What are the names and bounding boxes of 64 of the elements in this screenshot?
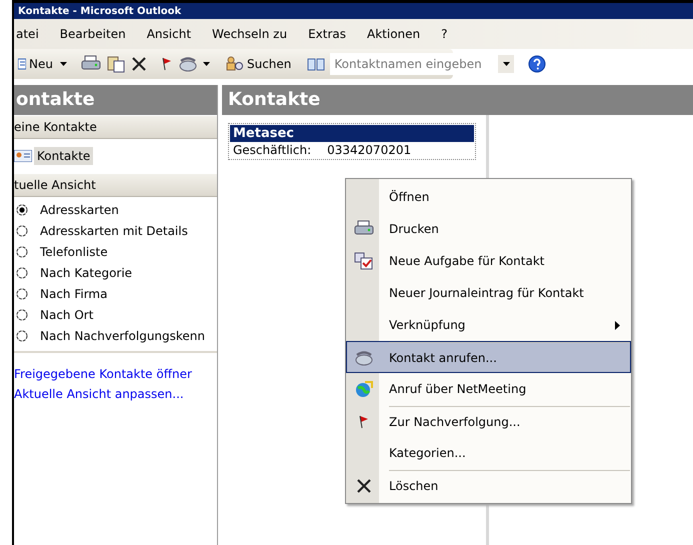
pane-title: ontakte: [14, 85, 217, 115]
dropdown-arrow-icon[interactable]: [202, 62, 210, 66]
contact-name-field[interactable]: Kontaktnamen eingeben: [330, 53, 514, 75]
search-icon: [226, 56, 244, 72]
contact-name: Metasec: [230, 125, 474, 142]
radio-button[interactable]: [16, 267, 28, 279]
flag-icon[interactable]: [160, 57, 173, 71]
dropdown-arrow-icon[interactable]: [60, 62, 67, 66]
radio-button[interactable]: [16, 288, 28, 300]
delete-icon[interactable]: [130, 56, 147, 72]
view-option[interactable]: Adresskarten mit Details: [40, 224, 188, 238]
address-card[interactable]: Metasec Geschäftlich: 03342070201: [228, 123, 476, 160]
menu-item[interactable]: Kontakt anrufen...: [346, 341, 631, 373]
field-value: 03342070201: [327, 143, 412, 157]
search-button[interactable]: Suchen: [224, 56, 294, 72]
menu-item[interactable]: Aktionen: [367, 27, 430, 41]
link[interactable]: Freigegebene Kontakte öffner: [14, 367, 217, 381]
flag-icon: [358, 415, 370, 429]
clipboard-icon[interactable]: [106, 55, 126, 73]
link[interactable]: Aktuelle Ansicht anpassen...: [14, 387, 217, 401]
menu-item[interactable]: Kategorien...: [346, 437, 631, 469]
menu-item[interactable]: Wechseln zu: [212, 27, 296, 41]
contact-card-icon: [14, 150, 32, 162]
view-option[interactable]: Nach Ort: [40, 308, 94, 322]
radio-button[interactable]: [16, 225, 28, 237]
address-book-icon[interactable]: [307, 56, 326, 72]
help-icon[interactable]: [528, 55, 546, 73]
view-option[interactable]: Nach Kategorie: [40, 266, 132, 280]
menu-item[interactable]: Löschen: [346, 469, 631, 501]
menu-item[interactable]: Verknüpfung: [346, 309, 631, 341]
card-icon: [18, 58, 26, 70]
phone-icon: [354, 350, 374, 366]
menu-item[interactable]: Drucken: [346, 213, 631, 245]
radio-button[interactable]: [16, 309, 28, 321]
menu-item[interactable]: Extras: [308, 27, 356, 41]
radio-button[interactable]: [16, 204, 28, 216]
delete-icon: [356, 478, 372, 494]
view-option[interactable]: Adresskarten: [40, 203, 119, 217]
globe-icon: [354, 380, 374, 398]
menu-item[interactable]: Zur Nachverfolgung...: [346, 405, 631, 437]
folder-item[interactable]: Kontakte: [34, 147, 94, 165]
menu-item[interactable]: Anruf über NetMeeting: [346, 373, 631, 405]
menu-item[interactable]: atei: [16, 27, 48, 41]
menu-item[interactable]: Öffnen: [346, 181, 631, 213]
section-header[interactable]: tuelle Ansicht: [14, 173, 217, 197]
menu-item[interactable]: ?: [441, 27, 457, 41]
new-button[interactable]: Neu: [16, 57, 55, 71]
pane-title: Kontakte: [222, 85, 693, 115]
menu-item[interactable]: Neuer Journaleintrag für Kontakt: [346, 277, 631, 309]
radio-button[interactable]: [16, 246, 28, 258]
menu-item[interactable]: Bearbeiten: [60, 27, 135, 41]
menu-item[interactable]: Ansicht: [146, 27, 200, 41]
task-icon: [354, 252, 374, 270]
radio-button[interactable]: [16, 330, 28, 342]
field-label: Geschäftlich:: [233, 143, 312, 157]
dropdown-arrow-icon[interactable]: [502, 62, 510, 66]
view-option[interactable]: Telefonliste: [40, 245, 108, 259]
window-title: Kontakte - Microsoft Outlook: [18, 6, 182, 16]
view-option[interactable]: Nach Nachverfolgungskenn: [40, 329, 206, 343]
menu-item[interactable]: Neue Aufgabe für Kontakt: [346, 245, 631, 277]
phone-icon[interactable]: [178, 56, 198, 72]
submenu-arrow-icon: [615, 320, 620, 330]
view-option[interactable]: Nach Firma: [40, 287, 108, 301]
section-header[interactable]: eine Kontakte: [14, 115, 217, 139]
